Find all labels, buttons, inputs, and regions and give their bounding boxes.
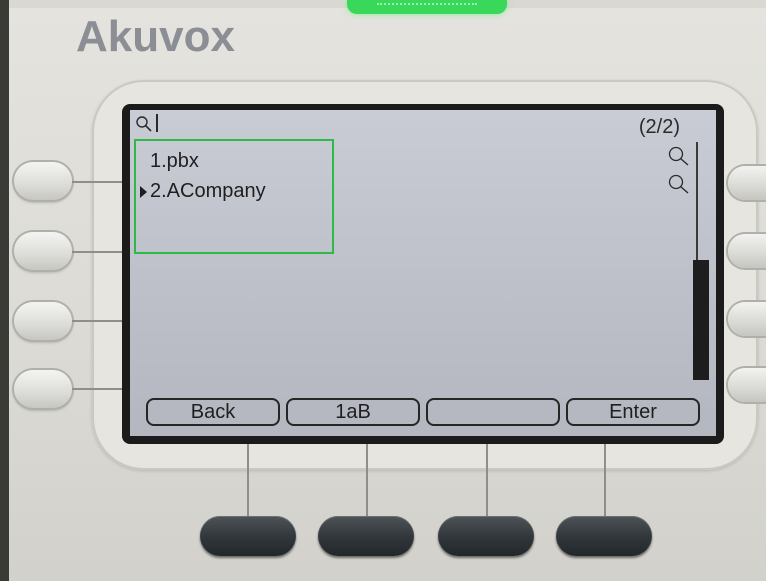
- annotation-highlight: [134, 139, 334, 254]
- desk-edge: [0, 0, 9, 581]
- right-key-1[interactable]: [728, 166, 766, 200]
- softkey-1-connector: [247, 444, 249, 520]
- softkey-3-connector: [486, 444, 488, 520]
- physical-softkey-2[interactable]: [318, 516, 414, 556]
- lcd-screen: (2/2) 1.pbx 2.ACompany Back 1aB Enter: [130, 110, 716, 436]
- magnifier-icon: [136, 116, 152, 132]
- physical-softkey-3[interactable]: [438, 516, 534, 556]
- line-key-3[interactable]: [14, 302, 72, 340]
- right-key-4[interactable]: [728, 368, 766, 402]
- right-key-3[interactable]: [728, 302, 766, 336]
- softkey-input-mode[interactable]: 1aB: [286, 398, 420, 426]
- screen-top-divider: [156, 114, 158, 132]
- softkey-2-connector: [366, 444, 368, 520]
- softkey-empty[interactable]: [426, 398, 560, 426]
- magnifier-icon: [668, 174, 689, 194]
- line-key-4[interactable]: [14, 370, 72, 408]
- brand-logo: Akuvox: [76, 12, 235, 61]
- line-key-2[interactable]: [14, 232, 72, 270]
- physical-softkey-4[interactable]: [556, 516, 652, 556]
- page-indicator: (2/2): [638, 116, 680, 138]
- softkey-enter[interactable]: Enter: [566, 398, 700, 426]
- magnifier-icon: [668, 146, 689, 166]
- status-led: [347, 0, 507, 14]
- softkey-4-connector: [604, 444, 606, 520]
- right-key-2[interactable]: [728, 234, 766, 268]
- line-key-1[interactable]: [14, 162, 72, 200]
- scrollbar-thumb[interactable]: [693, 260, 709, 380]
- softkey-back[interactable]: Back: [146, 398, 280, 426]
- softkey-bar: Back 1aB Enter: [146, 398, 702, 428]
- physical-softkey-1[interactable]: [200, 516, 296, 556]
